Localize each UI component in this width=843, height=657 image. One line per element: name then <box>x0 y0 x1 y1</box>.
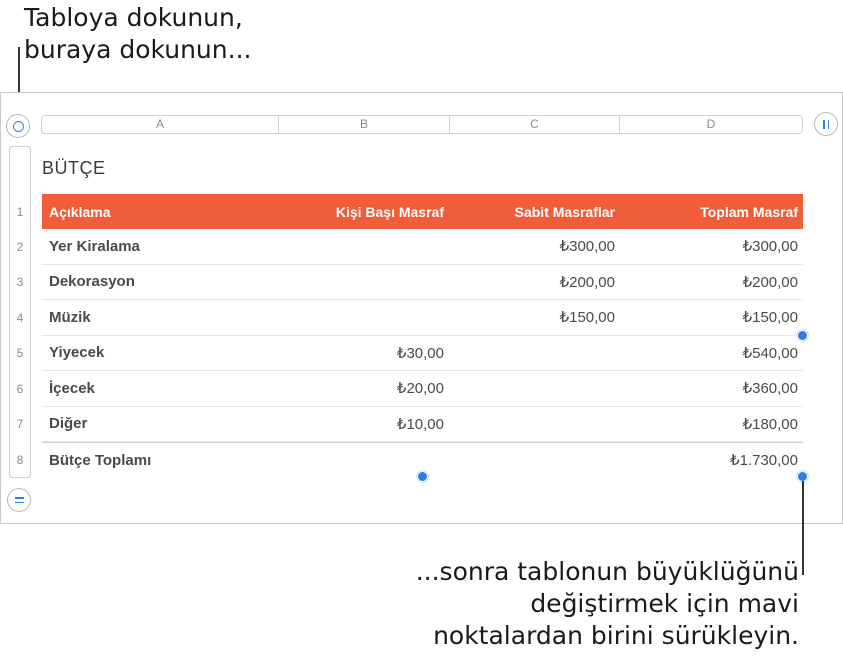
table-cell[interactable]: ₺200,00 <box>619 273 803 291</box>
table-header-row: Açıklama Kişi Başı Masraf Sabit Masrafla… <box>42 194 803 229</box>
table-header-cell[interactable]: Kişi Başı Masraf <box>278 204 448 220</box>
column-pause-icon <box>823 119 829 129</box>
callout-leader-line-bottom <box>802 481 804 575</box>
row-equals-icon <box>14 497 24 503</box>
circle-icon <box>12 120 24 132</box>
table-cell[interactable]: İçecek <box>42 380 278 397</box>
table-cell[interactable]: ₺20,00 <box>278 379 448 397</box>
row-header-3[interactable]: 3 <box>10 275 30 289</box>
callout-bottom-line-1: ...sonra tablonun büyüklüğünü <box>415 557 799 586</box>
column-header-d[interactable]: D <box>620 116 802 133</box>
table-row: Yer Kiralama ₺300,00 ₺300,00 <box>42 229 803 265</box>
table-cell[interactable]: Müzik <box>42 309 278 326</box>
select-table-handle[interactable] <box>6 114 30 138</box>
table-footer-cell[interactable]: Bütçe Toplamı <box>42 452 278 469</box>
table-row: Dekorasyon ₺200,00 ₺200,00 <box>42 265 803 300</box>
callout-top-line-2: buraya dokunun... <box>24 35 252 64</box>
column-header-bar: A B C D <box>41 115 803 134</box>
table-header-cell[interactable]: Açıklama <box>42 204 278 220</box>
table-row: Yiyecek ₺30,00 ₺540,00 <box>42 336 803 371</box>
table-cell[interactable]: ₺150,00 <box>448 308 619 326</box>
table-footer-cell[interactable]: ₺1.730,00 <box>619 451 803 469</box>
table-cell[interactable]: Yer Kiralama <box>42 238 278 255</box>
row-header-8[interactable]: 8 <box>10 453 30 467</box>
table-cell[interactable]: Dekorasyon <box>42 273 278 290</box>
callout-bottom-line-3: noktalardan birini sürükleyin. <box>433 621 799 650</box>
column-header-c[interactable]: C <box>450 116 620 133</box>
row-header-5[interactable]: 5 <box>10 346 30 360</box>
table-cell[interactable]: ₺30,00 <box>278 344 448 362</box>
table-cell[interactable]: ₺200,00 <box>448 273 619 291</box>
table-cell[interactable]: ₺10,00 <box>278 415 448 433</box>
table-row: İçecek ₺20,00 ₺360,00 <box>42 371 803 407</box>
table-cell[interactable]: ₺150,00 <box>619 308 803 326</box>
budget-table: Açıklama Kişi Başı Masraf Sabit Masrafla… <box>42 194 803 478</box>
resize-height-handle[interactable] <box>417 471 428 482</box>
instruction-callout-bottom: ...sonra tablonun büyüklüğünü değiştirme… <box>416 556 799 652</box>
row-header-1[interactable]: 1 <box>10 205 30 219</box>
callout-top-line-1: Tabloya dokunun, <box>24 3 243 32</box>
table-header-cell[interactable]: Toplam Masraf <box>619 204 803 220</box>
table-cell[interactable]: ₺180,00 <box>619 415 803 433</box>
table-cell[interactable]: ₺300,00 <box>448 237 619 255</box>
row-header-6[interactable]: 6 <box>10 382 30 396</box>
table-header-cell[interactable]: Sabit Masraflar <box>448 204 619 220</box>
add-row-handle[interactable] <box>7 488 31 512</box>
table-cell[interactable]: Yiyecek <box>42 344 278 361</box>
row-header-2[interactable]: 2 <box>10 240 30 254</box>
row-header-bar: 1 2 3 4 5 6 7 8 <box>9 146 31 478</box>
resize-width-handle[interactable] <box>797 330 808 341</box>
row-header-7[interactable]: 7 <box>10 417 30 431</box>
column-header-b[interactable]: B <box>279 116 450 133</box>
column-header-a[interactable]: A <box>42 116 279 133</box>
table-cell[interactable]: Diğer <box>42 415 278 432</box>
callout-bottom-line-2: değiştirmek için mavi <box>530 589 799 618</box>
table-cell[interactable]: ₺300,00 <box>619 237 803 255</box>
instruction-callout-top: Tabloya dokunun, buraya dokunun... <box>24 2 251 66</box>
table-row: Müzik ₺150,00 ₺150,00 <box>42 300 803 336</box>
table-row: Diğer ₺10,00 ₺180,00 <box>42 407 803 442</box>
table-cell[interactable]: ₺540,00 <box>619 344 803 362</box>
row-header-4[interactable]: 4 <box>10 311 30 325</box>
table-title[interactable]: BÜTÇE <box>42 158 106 179</box>
add-column-handle[interactable] <box>814 112 838 136</box>
table-cell[interactable]: ₺360,00 <box>619 379 803 397</box>
